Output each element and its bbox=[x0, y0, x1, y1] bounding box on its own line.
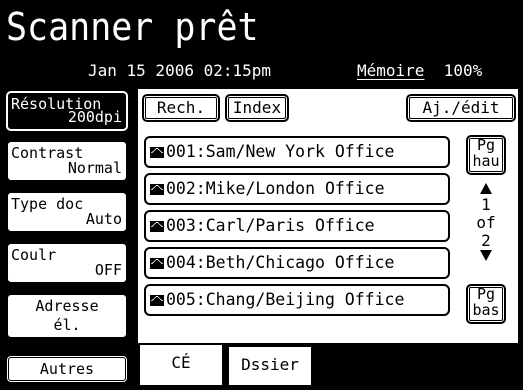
page-current: 1 bbox=[481, 195, 491, 214]
doc-type-label: Type doc bbox=[11, 195, 84, 213]
address-entry-003[interactable]: 003:Carl/Paris Office bbox=[144, 210, 450, 242]
page-total: 2 bbox=[481, 231, 491, 250]
address-entry-002[interactable]: 002:Mike/London Office bbox=[144, 173, 450, 205]
mail-icon bbox=[150, 295, 164, 306]
datetime-display: Jan 15 2006 02:15pm bbox=[88, 61, 272, 80]
page-down-button[interactable]: Pg bas bbox=[466, 284, 506, 324]
email-address-button[interactable]: Adresse él. bbox=[6, 293, 128, 339]
entry-label: 004:Beth/Chicago Office bbox=[166, 253, 395, 272]
arrow-down-icon bbox=[480, 250, 492, 261]
page-of: of bbox=[476, 213, 496, 232]
email-address-label: Adresse bbox=[35, 297, 99, 315]
tab-bar: CÉ Dssier bbox=[136, 345, 523, 390]
address-book-panel: Rech. Index Aj./édit 001:Sam/New York Of… bbox=[136, 87, 520, 345]
memory-indicator: Mémoire 100% bbox=[357, 55, 482, 87]
tab-ce[interactable]: CÉ bbox=[138, 345, 224, 387]
memory-value: 100% bbox=[443, 61, 483, 80]
add-edit-button[interactable]: Aj./édit bbox=[406, 94, 516, 122]
page-down-label-1: Pg bbox=[476, 285, 496, 303]
entry-label: 003:Carl/Paris Office bbox=[166, 216, 375, 235]
address-entry-004[interactable]: 004:Beth/Chicago Office bbox=[144, 247, 450, 279]
resolution-value: 200dpi bbox=[67, 108, 122, 126]
contrast-button[interactable]: Contrast Normal bbox=[6, 140, 128, 182]
address-entry-005[interactable]: 005:Chang/Beijing Office bbox=[144, 284, 450, 316]
mail-icon bbox=[150, 258, 164, 269]
others-button[interactable]: Autres bbox=[6, 355, 128, 383]
entry-label: 005:Chang/Beijing Office bbox=[166, 290, 405, 309]
status-bar: Jan 15 2006 02:15pm Mémoire 100% bbox=[0, 55, 523, 87]
search-button[interactable]: Rech. bbox=[142, 94, 220, 122]
tab-dossier[interactable]: Dssier bbox=[227, 345, 313, 387]
doc-type-button[interactable]: Type doc Auto bbox=[6, 191, 128, 233]
page-down-label-2: bas bbox=[472, 301, 500, 319]
index-button[interactable]: Index bbox=[225, 94, 289, 122]
entry-label: 001:Sam/New York Office bbox=[166, 142, 395, 161]
entry-label: 002:Mike/London Office bbox=[166, 179, 385, 198]
contrast-value: Normal bbox=[67, 159, 122, 177]
color-button[interactable]: Coulr OFF bbox=[6, 242, 128, 284]
mail-icon bbox=[150, 221, 164, 232]
page-title: Scanner prêt bbox=[6, 5, 259, 49]
address-entry-001[interactable]: 001:Sam/New York Office bbox=[144, 136, 450, 168]
color-value: OFF bbox=[94, 261, 122, 279]
page-up-label-1: Pg bbox=[476, 136, 496, 154]
mail-icon bbox=[150, 147, 164, 158]
resolution-button[interactable]: Résolution 200dpi bbox=[6, 91, 128, 131]
email-address-label-2: él. bbox=[53, 316, 81, 334]
color-label: Coulr bbox=[11, 246, 57, 264]
mail-icon bbox=[150, 184, 164, 195]
arrow-up-icon bbox=[480, 183, 492, 194]
page-up-label-2: hau bbox=[472, 152, 500, 170]
others-label: Autres bbox=[39, 360, 95, 378]
page-indicator: 1 of 2 bbox=[464, 183, 508, 261]
scanner-screen: Scanner prêt Jan 15 2006 02:15pm Mémoire… bbox=[0, 0, 523, 390]
doc-type-value: Auto bbox=[85, 210, 122, 228]
memory-label: Mémoire bbox=[357, 61, 425, 80]
page-up-button[interactable]: Pg hau bbox=[466, 135, 506, 175]
settings-panel: Résolution 200dpi Contrast Normal Type d… bbox=[0, 87, 136, 390]
